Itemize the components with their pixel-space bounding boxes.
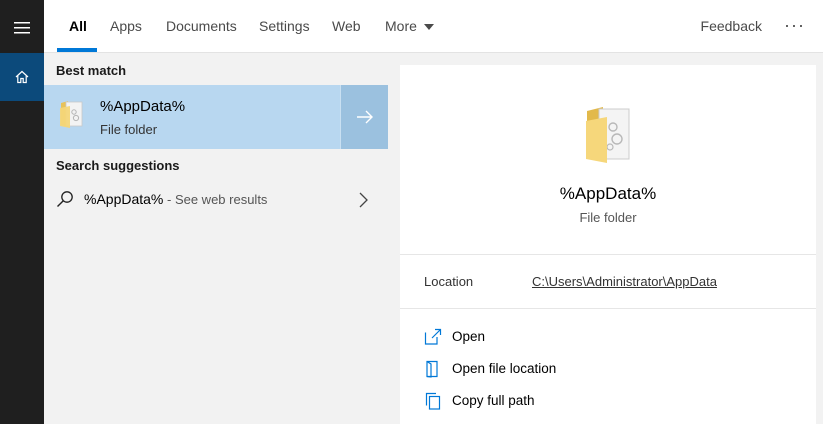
caret-down-icon [423, 24, 434, 31]
open-icon [424, 328, 442, 345]
tab-documents[interactable]: Documents [166, 0, 237, 53]
feedback-link[interactable]: Feedback [701, 0, 762, 53]
best-match-title: %AppData% [100, 98, 186, 115]
tab-web[interactable]: Web [332, 0, 361, 53]
web-suggestion-item[interactable]: %AppData% - See web results [44, 183, 388, 217]
menu-button[interactable] [0, 4, 44, 52]
copy-full-path-label: Copy full path [452, 393, 535, 408]
preview-subtitle: File folder [579, 210, 637, 225]
home-icon [15, 70, 29, 84]
open-label: Open [452, 329, 486, 344]
folder-icon [60, 101, 83, 128]
location-path-link[interactable]: C:\Users\Administrator\AppData [532, 274, 717, 289]
tab-all[interactable]: All [69, 0, 87, 53]
expand-preview-button[interactable] [340, 85, 388, 149]
open-file-location-label: Open file location [452, 361, 557, 376]
best-match-item[interactable]: %AppData% File folder [44, 85, 340, 149]
preview-title: %AppData% [559, 184, 657, 203]
search-suggestions-header: Search suggestions [56, 158, 180, 173]
suggestion-hint: - See web results [163, 192, 268, 207]
copy-full-path-action[interactable]: Copy full path [424, 390, 794, 414]
results-pane: Best match %AppData% File folder Search … [44, 53, 388, 424]
search-icon [57, 191, 73, 207]
preview-pane: %AppData% File folder Location C:\Users\… [400, 65, 816, 424]
suggestion-query: %AppData% [84, 191, 164, 207]
tab-settings[interactable]: Settings [259, 0, 310, 53]
tab-more-label: More [385, 18, 417, 34]
location-label: Location [424, 274, 474, 289]
divider [400, 254, 816, 255]
open-file-location-action[interactable]: Open file location [424, 358, 794, 382]
suggestion-text: %AppData% - See web results [84, 191, 267, 207]
home-button[interactable] [0, 53, 44, 101]
file-location-icon [426, 360, 438, 378]
best-match-header: Best match [56, 63, 127, 78]
copy-path-icon [425, 392, 441, 410]
open-action[interactable]: Open [424, 326, 794, 350]
more-options-icon[interactable]: ··· [784, 0, 805, 50]
folder-large-icon [586, 107, 630, 163]
best-match-subtitle: File folder [100, 122, 158, 137]
search-filter-bar: All Apps Documents Settings Web More Fee… [44, 0, 823, 53]
tab-apps[interactable]: Apps [110, 0, 142, 53]
active-tab-indicator [57, 48, 97, 52]
arrow-right-icon [356, 110, 373, 124]
tab-more[interactable]: More [385, 0, 434, 53]
left-rail [0, 0, 44, 424]
hamburger-icon [14, 22, 30, 34]
divider [400, 308, 816, 309]
chevron-right-icon [359, 192, 368, 208]
